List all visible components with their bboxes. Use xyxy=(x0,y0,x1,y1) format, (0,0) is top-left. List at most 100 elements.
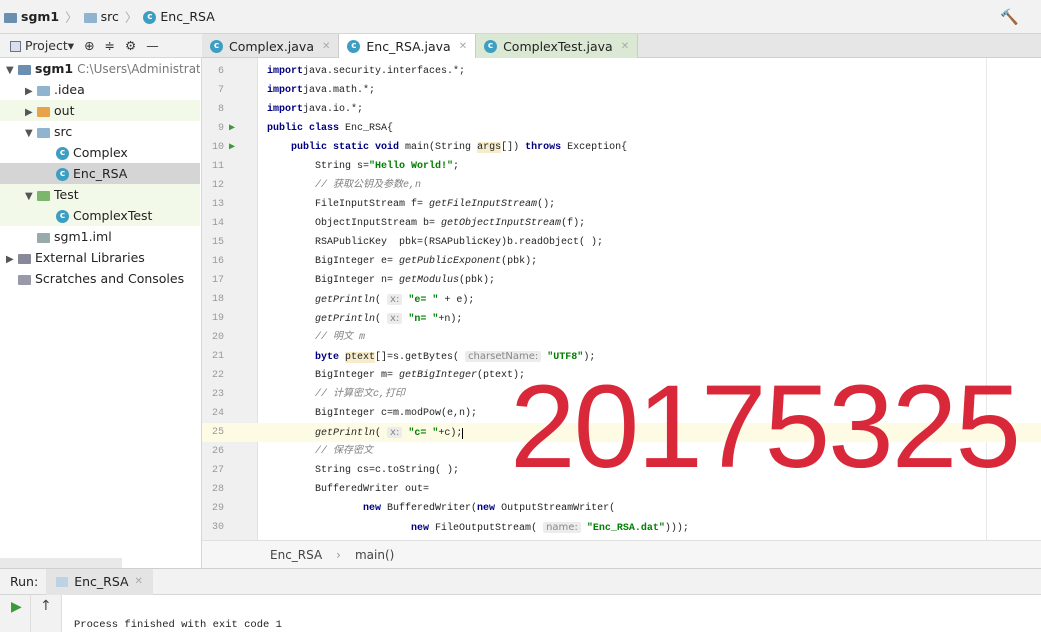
line-number: 21 xyxy=(211,351,224,362)
navigation-bar: sgm1 〉 src 〉 c Enc_RSA 🔨 xyxy=(0,0,1041,34)
code-token: ( xyxy=(375,428,388,439)
tab-label: Enc_RSA.java xyxy=(366,38,451,54)
code-token: // 保存密文 xyxy=(315,446,374,457)
code-text: BigInteger e= getPublicExponent(pbk); xyxy=(267,252,537,271)
tree-item[interactable]: ▶ .idea xyxy=(0,79,200,100)
line-number: 22 xyxy=(211,370,224,381)
tree-item[interactable]: sgm1.iml xyxy=(0,226,200,247)
build-hammer-icon[interactable]: 🔨 xyxy=(1000,8,1019,26)
code-token: public class xyxy=(267,123,346,134)
code-line[interactable]: 29 new BufferedWriter(new OutputStreamWr… xyxy=(202,499,1041,518)
code-line[interactable]: 10 ▶ public static void main(String args[… xyxy=(202,138,1041,157)
tab-enc-rsa-java[interactable]: c Enc_RSA.java ✕ xyxy=(339,34,477,58)
code-token: new xyxy=(477,503,502,514)
nav-src[interactable]: src xyxy=(83,9,119,24)
code-token: java.io.*; xyxy=(303,104,364,115)
tree-item[interactable]: ▼ src xyxy=(0,121,200,142)
line-number: 8 xyxy=(217,104,224,115)
chevron-down-icon[interactable]: ▼ xyxy=(25,186,37,205)
horizontal-scrollbar[interactable] xyxy=(0,558,122,568)
minimize-icon[interactable]: — xyxy=(146,38,159,53)
code-line[interactable]: 17 BigInteger n= getModulus(pbk); xyxy=(202,271,1041,290)
project-tree: ▼ sgm1 C:\Users\Administrat ▶ .idea ▶ out ▼ src… xyxy=(0,58,202,568)
chevron-down-icon[interactable]: ▼ xyxy=(6,60,18,79)
code-line[interactable]: 11 String s="Hello World!"; xyxy=(202,157,1041,176)
divider xyxy=(30,595,31,632)
code-line[interactable]: 18 getPrintln( x: "e= " + e); xyxy=(202,290,1041,309)
crumb-class[interactable]: Enc_RSA xyxy=(270,548,322,562)
chevron-down-icon[interactable]: ▼ xyxy=(25,123,37,142)
code-text: FileInputStream f= getFileInputStream(); xyxy=(267,195,555,214)
tree-item-label: External Libraries xyxy=(35,250,145,265)
tree-item-label: sgm1.iml xyxy=(54,229,112,244)
console-output: Process finished with exit code 1 xyxy=(74,619,282,631)
tab-complex-java[interactable]: c Complex.java ✕ xyxy=(202,34,340,58)
code-token: BufferedWriter( xyxy=(387,503,478,514)
close-icon[interactable]: ✕ xyxy=(322,41,330,52)
code-text: // 保存密文 xyxy=(267,442,373,461)
code-line[interactable]: 20 // 明文 m xyxy=(202,328,1041,347)
tree-item[interactable]: c ComplexTest xyxy=(0,205,200,226)
code-line[interactable]: 14 ObjectInputStream b= getObjectInputSt… xyxy=(202,214,1041,233)
project-view-selector[interactable]: Project▾ xyxy=(10,38,74,53)
run-gutter-icon[interactable]: ▶ xyxy=(229,138,235,157)
code-token: "c= " xyxy=(402,428,439,439)
code-line[interactable]: 12 // 获取公钥及参数e,n xyxy=(202,176,1041,195)
code-token: BufferedWriter out= xyxy=(267,484,430,495)
chevron-right-icon[interactable]: ▶ xyxy=(25,81,37,100)
code-token: public static void xyxy=(291,142,406,153)
tab-complextest-java[interactable]: c ComplexTest.java ✕ xyxy=(476,34,639,58)
close-icon[interactable]: ✕ xyxy=(135,576,143,587)
code-line[interactable]: 6 importjava.security.interfaces.*; xyxy=(202,62,1041,81)
code-line[interactable]: 19 getPrintln( x: "n= "+n); xyxy=(202,309,1041,328)
code-token: FileInputStream f= xyxy=(267,199,430,210)
tree-item[interactable]: Scratches and Consoles xyxy=(0,268,200,289)
line-number: 27 xyxy=(211,465,224,476)
code-token: +c); xyxy=(438,428,463,439)
line-number: 18 xyxy=(211,294,224,305)
code-token: "n= " xyxy=(402,314,439,325)
code-line[interactable]: 16 BigInteger e= getPublicExponent(pbk); xyxy=(202,252,1041,271)
rerun-icon[interactable]: ▶ xyxy=(11,599,22,615)
nav-class-label: Enc_RSA xyxy=(160,9,215,24)
locate-icon[interactable]: ⊕ xyxy=(84,38,94,53)
code-line[interactable]: 13 FileInputStream f= getFileInputStream… xyxy=(202,195,1041,214)
run-tab-enc-rsa[interactable]: Enc_RSA ✕ xyxy=(46,568,153,595)
parameter-hint: x: xyxy=(387,294,403,305)
code-line[interactable]: 15 RSAPublicKey pbk=(RSAPublicKey)b.read… xyxy=(202,233,1041,252)
class-icon: c xyxy=(56,147,69,160)
code-line[interactable]: 7 importjava.math.*; xyxy=(202,81,1041,100)
crumb-method[interactable]: main() xyxy=(355,548,394,562)
chevron-right-icon[interactable]: ▶ xyxy=(6,249,18,268)
code-token: Enc_RSA{ xyxy=(345,123,394,134)
run-gutter-icon[interactable]: ▶ xyxy=(229,119,235,138)
code-text: // 获取公钥及参数e,n xyxy=(267,176,421,195)
line-number: 30 xyxy=(211,522,224,533)
code-line[interactable]: 30 new FileOutputStream( name: "Enc_RSA.… xyxy=(202,518,1041,537)
tree-item[interactable]: ▼ sgm1 C:\Users\Administrat xyxy=(0,58,200,79)
close-icon[interactable]: ✕ xyxy=(621,41,629,52)
collapse-icon[interactable]: ≑ xyxy=(105,38,115,53)
nav-class[interactable]: c Enc_RSA xyxy=(143,9,215,24)
tree-item[interactable]: ▼ Test xyxy=(0,184,200,205)
tree-item[interactable]: ▶ External Libraries xyxy=(0,247,200,268)
code-token: new xyxy=(363,503,388,514)
tree-item[interactable]: c Complex xyxy=(0,142,200,163)
code-token: getModulus xyxy=(399,275,460,286)
tree-item[interactable]: ▶ out xyxy=(0,100,200,121)
tree-item[interactable]: c Enc_RSA xyxy=(0,163,200,184)
scroll-up-arrow-icon[interactable]: ↑ xyxy=(40,598,52,614)
close-icon[interactable]: ✕ xyxy=(459,41,467,52)
code-text: importjava.security.interfaces.*; xyxy=(267,62,465,81)
code-line[interactable]: 9 ▶ public class Enc_RSA{ xyxy=(202,119,1041,138)
folder-icon xyxy=(37,127,50,138)
code-token: import xyxy=(267,66,304,77)
tree-item-label: src xyxy=(54,124,73,139)
chevron-right-icon[interactable]: ▶ xyxy=(25,102,37,121)
nav-project[interactable]: sgm1 xyxy=(4,9,59,24)
code-line[interactable]: 8 importjava.io.*; xyxy=(202,100,1041,119)
code-token: RSAPublicKey pbk=(RSAPublicKey)b.readObj… xyxy=(267,237,604,248)
gear-icon[interactable]: ⚙ xyxy=(125,38,136,53)
